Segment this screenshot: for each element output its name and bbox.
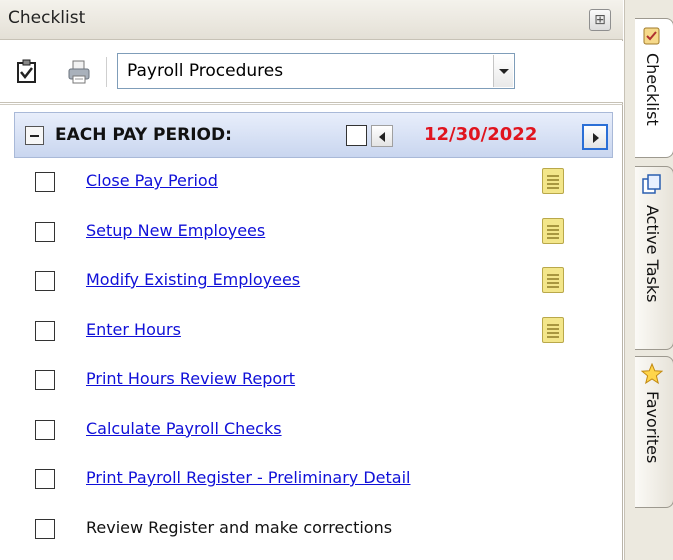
- task-row: Print Payroll Register - Preliminary Det…: [0, 461, 623, 501]
- task-row: Setup New Employees: [0, 214, 623, 254]
- note-icon[interactable]: [542, 316, 564, 343]
- tab-favorites-label: Favorites: [643, 391, 662, 464]
- task-row: Modify Existing Employees: [0, 263, 623, 303]
- note-icon[interactable]: [542, 267, 564, 293]
- task-row: Print Hours Review Report: [0, 362, 623, 402]
- task-link[interactable]: Print Payroll Register - Preliminary Det…: [86, 468, 410, 487]
- section-checkbox[interactable]: [346, 125, 367, 146]
- task-row: Close Pay Period: [0, 164, 623, 204]
- tab-active-tasks[interactable]: Active Tasks: [635, 166, 673, 350]
- checklist-content: EACH PAY PERIOD: 12/30/2022 Close Pay Pe…: [0, 104, 623, 560]
- task-link[interactable]: Enter Hours: [86, 320, 181, 339]
- checklist-icon[interactable]: [14, 59, 40, 85]
- task-checkbox[interactable]: [35, 221, 55, 242]
- arrow-left-icon: [379, 132, 385, 142]
- pin-button[interactable]: ⊞: [589, 9, 611, 31]
- procedure-select-value: Payroll Procedures: [127, 61, 284, 81]
- chevron-down-icon: [499, 69, 509, 74]
- task-checkbox[interactable]: [35, 370, 55, 390]
- task-row: Review Register and make corrections: [0, 511, 623, 551]
- task-label: Review Register and make corrections: [86, 517, 393, 537]
- tab-checklist-label: Checklist: [643, 53, 662, 126]
- task-checkbox[interactable]: [35, 419, 55, 440]
- checklist-panel: Checklist ⊞ Payroll Procedures EACH PAY …: [0, 0, 623, 560]
- task-checkbox[interactable]: [35, 320, 55, 341]
- star-icon: [641, 363, 663, 385]
- task-link[interactable]: Calculate Payroll Checks: [86, 419, 282, 438]
- task-row: Enter Hours: [0, 313, 623, 353]
- procedure-select[interactable]: Payroll Procedures: [117, 53, 515, 89]
- side-tab-strip: Checklist Active Tasks Favorites: [624, 0, 673, 560]
- panel-titlebar: Checklist ⊞: [0, 0, 623, 40]
- previous-date-button[interactable]: [371, 125, 393, 147]
- tab-checklist[interactable]: Checklist: [635, 18, 673, 158]
- task-checkbox[interactable]: [35, 172, 55, 192]
- next-date-button[interactable]: [582, 124, 608, 150]
- checklist-toolbar: Payroll Procedures: [0, 41, 623, 103]
- panel-title: Checklist: [8, 8, 86, 28]
- task-row: Calculate Payroll Checks: [0, 412, 623, 452]
- dropdown-button[interactable]: [493, 55, 513, 87]
- task-checkbox[interactable]: [35, 469, 55, 489]
- task-link[interactable]: Print Hours Review Report: [86, 369, 295, 388]
- checklist-tab-icon: [643, 27, 660, 45]
- section-header: EACH PAY PERIOD: 12/30/2022: [14, 112, 613, 158]
- printer-icon[interactable]: [66, 59, 92, 85]
- note-icon[interactable]: [542, 217, 564, 244]
- toolbar-separator: [106, 57, 107, 87]
- task-checkbox[interactable]: [35, 518, 55, 539]
- task-checkbox[interactable]: [35, 271, 55, 291]
- task-link[interactable]: Modify Existing Employees: [86, 270, 300, 289]
- section-title: EACH PAY PERIOD:: [55, 125, 232, 145]
- tasks-tab-icon: [642, 174, 661, 194]
- task-link[interactable]: Setup New Employees: [86, 221, 265, 240]
- task-link[interactable]: Close Pay Period: [86, 171, 218, 190]
- collapse-button[interactable]: [25, 126, 44, 145]
- tab-active-tasks-label: Active Tasks: [643, 205, 662, 303]
- period-date: 12/30/2022: [424, 124, 538, 145]
- tab-favorites[interactable]: Favorites: [635, 356, 673, 508]
- note-icon[interactable]: [542, 168, 564, 194]
- arrow-right-icon: [593, 133, 599, 143]
